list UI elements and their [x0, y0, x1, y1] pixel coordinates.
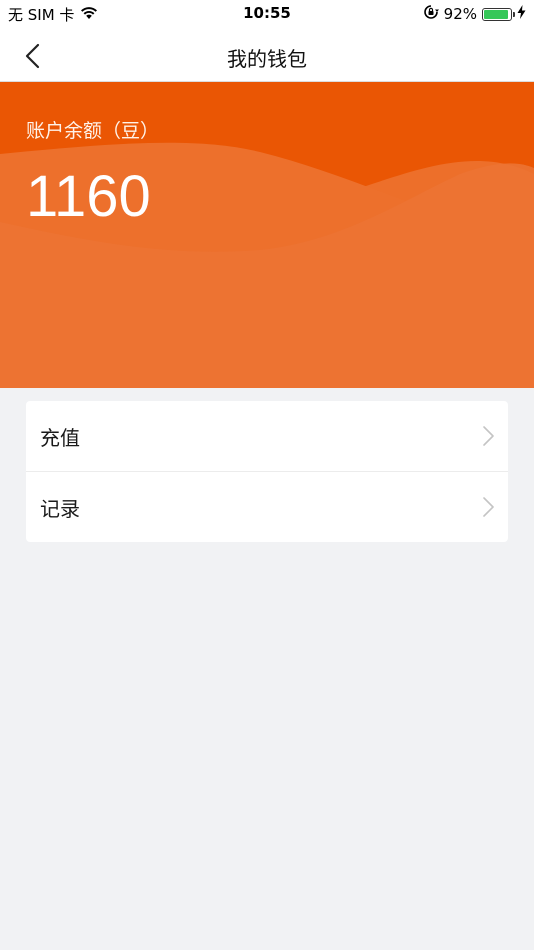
balance-value: 1160 — [26, 164, 151, 229]
battery-icon — [482, 7, 515, 21]
recharge-label: 充值 — [40, 425, 80, 450]
chevron-right-icon — [483, 426, 494, 446]
battery-level — [484, 9, 508, 19]
records-label: 记录 — [40, 496, 80, 521]
balance-card: 账户余额（豆） 1160 — [0, 82, 534, 388]
chevron-right-icon — [483, 497, 494, 517]
battery-percent: 92% — [443, 5, 477, 23]
records-menu-item[interactable]: 记录 — [26, 471, 508, 542]
recharge-menu-item[interactable]: 充值 — [26, 401, 508, 471]
balance-label: 账户余额（豆） — [26, 120, 160, 142]
status-bar: 无 SIM 卡 10:55 92% — [0, 0, 534, 28]
bolt-icon — [517, 5, 526, 23]
menu-card: 充值 记录 — [26, 401, 508, 542]
nav-bar: 我的钱包 — [0, 28, 534, 82]
status-right: 92% — [418, 4, 526, 24]
orientation-lock-icon — [423, 4, 439, 24]
page-title: 我的钱包 — [227, 47, 307, 71]
